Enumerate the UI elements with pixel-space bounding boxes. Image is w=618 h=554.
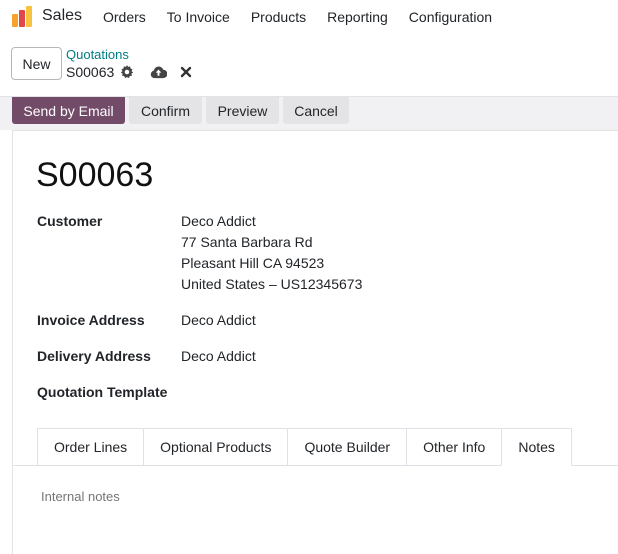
tab-notes[interactable]: Notes: [501, 428, 572, 466]
customer-country-vat: United States – US12345673: [181, 276, 363, 292]
confirm-button[interactable]: Confirm: [129, 97, 202, 124]
menu-configuration[interactable]: Configuration: [409, 9, 492, 25]
control-panel: New Quotations S00063: [0, 34, 618, 96]
app-name[interactable]: Sales: [42, 7, 82, 25]
tab-quote-builder[interactable]: Quote Builder: [287, 428, 407, 466]
tab-optional-products[interactable]: Optional Products: [143, 428, 288, 466]
customer-street: 77 Santa Barbara Rd: [181, 234, 313, 250]
status-action-bar: Send by Email Confirm Preview Cancel: [0, 96, 618, 130]
notebook-tabs: Order Lines Optional Products Quote Buil…: [37, 428, 572, 466]
menu-products[interactable]: Products: [251, 9, 306, 25]
cloud-upload-icon[interactable]: [150, 65, 167, 79]
top-navbar: Sales Orders To Invoice Products Reporti…: [0, 0, 618, 34]
delivery-address-label: Delivery Address: [37, 348, 151, 364]
menu-reporting[interactable]: Reporting: [327, 9, 388, 25]
customer-city: Pleasant Hill CA 94523: [181, 255, 325, 271]
quotation-template-field[interactable]: [181, 384, 481, 404]
preview-button[interactable]: Preview: [206, 97, 279, 124]
customer-field[interactable]: Deco Addict 77 Santa Barbara Rd Pleasant…: [181, 211, 362, 295]
breadcrumb-record-name: S00063: [66, 64, 115, 80]
internal-notes-input[interactable]: [41, 489, 441, 504]
record-title: S00063: [36, 156, 154, 194]
customer-label: Customer: [37, 213, 103, 229]
delivery-address-field[interactable]: Deco Addict: [181, 348, 256, 364]
invoice-address-field[interactable]: Deco Addict: [181, 312, 256, 328]
breadcrumb-quotations[interactable]: Quotations: [66, 47, 129, 62]
invoice-address-label: Invoice Address: [37, 312, 145, 328]
tab-other-info[interactable]: Other Info: [406, 428, 502, 466]
quotation-template-label: Quotation Template: [37, 384, 168, 400]
close-icon[interactable]: [180, 66, 192, 78]
gear-icon[interactable]: [120, 65, 134, 79]
tab-order-lines[interactable]: Order Lines: [37, 428, 144, 466]
cancel-button[interactable]: Cancel: [283, 97, 349, 124]
sales-app-icon[interactable]: [10, 5, 34, 29]
new-button[interactable]: New: [11, 47, 62, 80]
send-by-email-button[interactable]: Send by Email: [12, 97, 125, 124]
customer-name: Deco Addict: [181, 213, 256, 229]
form-sheet: S00063 Customer Deco Addict 77 Santa Bar…: [12, 130, 618, 554]
menu-to-invoice[interactable]: To Invoice: [167, 9, 230, 25]
menu-orders[interactable]: Orders: [103, 9, 146, 25]
main-menu: Orders To Invoice Products Reporting Con…: [103, 9, 513, 25]
